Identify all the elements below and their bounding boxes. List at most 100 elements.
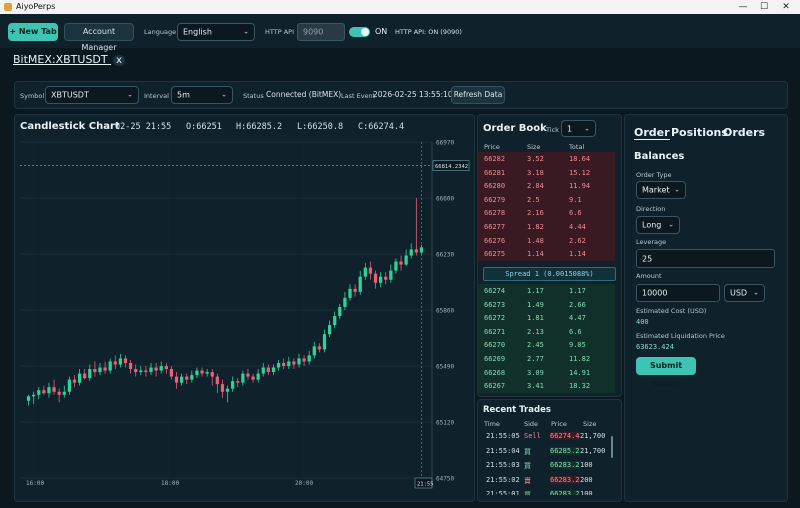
candle-body bbox=[139, 370, 143, 373]
symbol-select[interactable]: XBTUSDT ⌄ bbox=[45, 86, 139, 104]
candle-body bbox=[159, 366, 163, 371]
bid-row[interactable]: 66273 1.49 2.66 bbox=[478, 297, 615, 312]
http-api-port-input[interactable]: 9090 bbox=[297, 23, 345, 41]
http-api-toggle[interactable] bbox=[349, 27, 370, 37]
candle-body bbox=[317, 346, 322, 350]
bid-row[interactable]: 66269 2.77 11.82 bbox=[478, 352, 615, 366]
ask-row[interactable]: 66282 3.52 18.64 bbox=[478, 152, 615, 166]
y-tick-label: 65120 bbox=[436, 420, 454, 427]
bid-row[interactable]: 66271 2.13 6.6 bbox=[478, 324, 615, 339]
trade-row[interactable]: 21:55:05 Sell 66274.4 21,700 bbox=[478, 432, 618, 444]
account-manager-button[interactable]: Account Manager bbox=[64, 23, 134, 52]
chart-time: 02-25 21:55 bbox=[115, 122, 172, 132]
candle-body bbox=[113, 361, 117, 365]
trade-size: 200 bbox=[580, 475, 593, 484]
candle-body bbox=[358, 276, 362, 292]
ob-header-price: Price bbox=[484, 143, 500, 151]
tick-label: Tick bbox=[546, 126, 559, 134]
tab-orders[interactable]: Orders bbox=[723, 126, 765, 139]
trade-time: 21:55:02 bbox=[486, 475, 520, 484]
candle-body bbox=[134, 369, 138, 373]
bid-row[interactable]: 66268 3.09 14.91 bbox=[478, 365, 615, 380]
candle-body bbox=[98, 367, 102, 373]
candle-body bbox=[128, 362, 133, 370]
tick-value: 1 bbox=[567, 124, 573, 133]
ask-row[interactable]: 66278 2.16 6.6 bbox=[478, 206, 615, 220]
trade-time: 21:55:05 bbox=[486, 432, 520, 440]
candle-body bbox=[271, 367, 276, 373]
cursor-time-label: 21:55 bbox=[417, 482, 434, 488]
candle-body bbox=[42, 390, 46, 394]
bid-row[interactable]: 66267 3.41 18.32 bbox=[478, 379, 615, 393]
candle-body bbox=[67, 379, 72, 392]
est-liq-label: Estimated Liquidation Price bbox=[636, 332, 725, 340]
tab-bitmex-xbtusdt[interactable]: BitMEX:XBTUSDT x bbox=[13, 53, 126, 66]
bid-row[interactable]: 66274 1.17 1.17 bbox=[478, 284, 615, 298]
order-type-select[interactable]: Market ⌄ bbox=[636, 181, 686, 199]
candle-body bbox=[231, 381, 235, 389]
candle-body bbox=[37, 390, 41, 395]
candle-body bbox=[333, 316, 337, 326]
row-size: 2.84 bbox=[527, 182, 544, 191]
candle-body bbox=[327, 325, 332, 335]
tab-order[interactable]: Order bbox=[634, 126, 670, 140]
candle-body bbox=[343, 297, 347, 307]
close-window-icon[interactable]: ✕ bbox=[777, 1, 795, 13]
minimize-icon[interactable]: — bbox=[734, 1, 752, 13]
refresh-data-button[interactable]: Refresh Data bbox=[451, 86, 505, 104]
language-select[interactable]: English ⌄ bbox=[177, 23, 255, 41]
ask-row[interactable]: 66276 1.48 2.62 bbox=[478, 233, 615, 248]
interval-select[interactable]: 5m ⌄ bbox=[171, 86, 233, 104]
trades-header-price: Price bbox=[551, 420, 567, 428]
candle-body bbox=[77, 373, 82, 383]
trade-time: 21:55:04 bbox=[486, 446, 520, 455]
ask-row[interactable]: 66280 2.84 11.94 bbox=[478, 179, 615, 193]
row-size: 1.49 bbox=[527, 300, 544, 309]
candle-body bbox=[251, 376, 255, 380]
direction-value: Long bbox=[642, 220, 662, 230]
est-liq-value: 63623.424 bbox=[636, 343, 674, 351]
maximize-icon[interactable]: ☐ bbox=[755, 1, 773, 13]
leverage-input[interactable]: 25 bbox=[636, 249, 775, 268]
trade-row[interactable]: 21:55:01 買 66283.2 100 bbox=[478, 490, 618, 495]
chart-high: H:66285.2 bbox=[236, 122, 283, 132]
candlestick-chart[interactable]: 66970 66600 66230 65860 65490 65120 64750 16:00… bbox=[16, 134, 471, 496]
candle-body bbox=[363, 267, 367, 277]
close-tab-icon[interactable]: x bbox=[113, 55, 126, 66]
ask-row[interactable]: 66277 1.82 4.44 bbox=[478, 220, 615, 234]
trade-price: 66285.2 bbox=[550, 446, 580, 455]
candle-body bbox=[154, 367, 158, 371]
row-total: 18.64 bbox=[569, 155, 591, 163]
row-price: 66274 bbox=[484, 287, 506, 295]
y-tick-label: 66230 bbox=[436, 252, 454, 259]
y-tick-label: 65860 bbox=[436, 308, 454, 315]
direction-select[interactable]: Long ⌄ bbox=[636, 216, 680, 234]
ask-row[interactable]: 66279 2.5 9.1 bbox=[478, 192, 615, 207]
candle-body bbox=[93, 369, 97, 373]
row-size: 2.45 bbox=[527, 341, 544, 350]
tick-select[interactable]: 1 ⌄ bbox=[561, 120, 596, 137]
app-logo-icon bbox=[4, 3, 12, 11]
trades-scrollbar[interactable] bbox=[611, 436, 613, 458]
candle-body bbox=[307, 355, 311, 362]
ask-row[interactable]: 66281 3.18 15.12 bbox=[478, 165, 615, 180]
candle-body bbox=[47, 387, 51, 394]
trade-side: 買 bbox=[524, 462, 531, 470]
row-total: 9.1 bbox=[569, 195, 582, 204]
trades-list[interactable]: 21:55:05 Sell 66274.4 21,700 21:55:04 買 66285.… bbox=[478, 429, 618, 495]
currency-select[interactable]: USD ⌄ bbox=[724, 284, 765, 302]
submit-order-button[interactable]: Submit Order bbox=[636, 357, 696, 388]
new-tab-button[interactable]: + New Tab bbox=[8, 23, 58, 41]
trade-row[interactable]: 21:55:02 賣 66283.2 200 bbox=[478, 475, 618, 488]
toggle-state-label: ON bbox=[375, 27, 388, 36]
candle-body bbox=[52, 387, 56, 392]
amount-input[interactable]: 10000 bbox=[636, 284, 720, 302]
last-event-value: 2026-02-25 13:55:10 bbox=[373, 90, 453, 99]
bid-row[interactable]: 66272 1.81 4.47 bbox=[478, 311, 615, 325]
bid-row[interactable]: 66270 2.45 9.05 bbox=[478, 338, 615, 352]
tab-positions[interactable]: Positions bbox=[671, 126, 728, 139]
candle-body bbox=[164, 366, 168, 370]
trade-row[interactable]: 21:55:03 買 66283.2 100 bbox=[478, 461, 618, 473]
trade-row[interactable]: 21:55:04 買 66285.2 21,700 bbox=[478, 446, 618, 459]
ask-row[interactable]: 66275 1.14 1.14 bbox=[478, 247, 615, 261]
